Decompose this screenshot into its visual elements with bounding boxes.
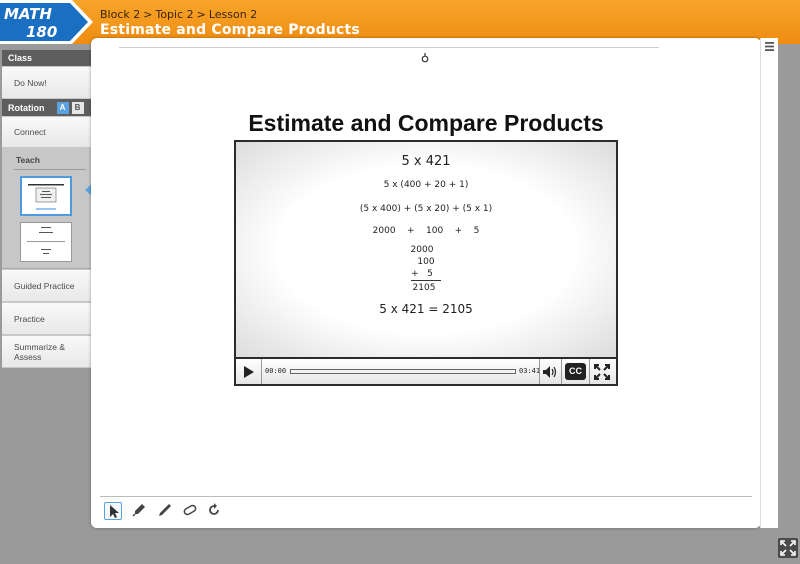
breadcrumb-separator: > <box>196 8 206 21</box>
video-screen[interactable]: 5 x 421 5 x (400 + 20 + 1) (5 x 400) + (… <box>236 142 616 357</box>
redo-icon <box>209 503 219 515</box>
panel-scrollbar[interactable] <box>760 38 778 528</box>
video-controls: 00:00 03:41 CC <box>236 357 616 384</box>
video-player[interactable]: 5 x 421 5 x (400 + 20 + 1) (5 x 400) + (… <box>234 140 618 386</box>
sidebar-item-label: Do Now! <box>14 77 47 88</box>
redo-tool[interactable] <box>206 502 224 520</box>
slide-thumbnail-2[interactable] <box>20 222 72 262</box>
breadcrumb-block[interactable]: Block 2 <box>100 8 140 21</box>
eraser-tool[interactable] <box>181 502 199 520</box>
breadcrumb-topic[interactable]: Topic 2 <box>155 8 193 21</box>
sidebar-item-summarize-assess[interactable]: Summarize & Assess <box>2 335 92 368</box>
control-divider <box>589 359 590 384</box>
pencil-icon <box>159 504 171 516</box>
math-line: 5 x (400 + 20 + 1) <box>383 180 469 190</box>
eraser-icon <box>183 504 197 516</box>
control-divider <box>561 359 562 384</box>
math-line: 2000 <box>410 245 434 255</box>
slide-thumbnail-1[interactable] <box>20 176 72 216</box>
panel-top-divider <box>119 47 659 48</box>
fullscreen-icon[interactable] <box>593 363 611 381</box>
slide-thumbnail-preview <box>28 184 64 210</box>
pencil-tool[interactable] <box>157 502 175 520</box>
sidebar-item-label: Connect <box>14 127 46 137</box>
control-divider <box>261 359 262 384</box>
sidebar-item-label: Practice <box>14 313 45 324</box>
math-line: + 5 <box>411 269 433 279</box>
slide-thumbnail-preview <box>27 227 65 254</box>
math-line: 5 x 421 = 2105 <box>379 302 473 316</box>
breadcrumb-separator: > <box>143 8 153 21</box>
volume-icon[interactable] <box>542 365 558 379</box>
math-line: 2000 + 100 + 5 <box>372 226 480 236</box>
expand-icon <box>780 540 796 556</box>
math-line: 100 <box>417 257 435 267</box>
math-line: (5 x 400) + (5 x 20) + (5 x 1) <box>359 204 493 214</box>
sidebar-item-practice[interactable]: Practice <box>2 302 92 335</box>
lesson-title: Estimate and Compare Products <box>100 22 360 38</box>
math-line: 2105 <box>412 283 436 293</box>
control-divider <box>539 359 540 384</box>
rotation-label: Rotation <box>8 102 45 113</box>
slide-title: Estimate and Compare Products <box>248 110 604 136</box>
class-section-header: Class <box>2 50 92 66</box>
menu-icon[interactable] <box>765 42 774 51</box>
sidebar-item-connect[interactable]: Connect <box>2 116 92 148</box>
sidebar-item-label: Summarize & <box>14 341 66 352</box>
drag-handle-icon[interactable] <box>421 52 429 63</box>
play-icon[interactable] <box>242 365 255 379</box>
marker-tool[interactable] <box>131 502 149 520</box>
pointer-icon <box>110 505 119 518</box>
breadcrumb-lesson[interactable]: Lesson 2 <box>209 8 257 21</box>
sidebar-item-guided-practice[interactable]: Guided Practice <box>2 269 92 302</box>
logo-text-top: MATH <box>4 5 52 23</box>
sidebar-item-label: Guided Practice <box>14 280 75 291</box>
logo-text-bottom: 180 <box>26 23 57 41</box>
sum-rule <box>411 280 441 281</box>
math-line: 5 x 421 <box>401 154 451 169</box>
duration: 03:41 <box>519 367 541 375</box>
rotation-section-header: Rotation A B <box>2 99 92 116</box>
rotation-a-toggle[interactable]: A <box>56 101 69 114</box>
teach-divider <box>14 169 86 170</box>
toolbar-divider <box>100 496 752 497</box>
sidebar-item-label: Assess <box>14 351 42 362</box>
breadcrumb: Block 2 > Topic 2 > Lesson 2 <box>100 8 257 21</box>
slide-panel: Estimate and Compare Products 5 x 421 5 … <box>91 38 761 528</box>
rotation-b-toggle[interactable]: B <box>71 101 84 114</box>
sidebar-item-teach[interactable]: Teach <box>2 148 92 169</box>
marker-icon <box>132 504 145 517</box>
pointer-tool[interactable] <box>104 502 122 520</box>
video-progress-bar[interactable] <box>290 369 516 374</box>
lesson-sidebar: Class Do Now! Rotation A B Connect Teach <box>2 50 94 370</box>
sidebar-section-teach: Teach <box>2 148 94 269</box>
current-time: 00:00 <box>265 367 287 375</box>
closed-captions-button[interactable]: CC <box>565 363 586 380</box>
expand-view-button[interactable] <box>778 538 798 558</box>
math180-logo: MATH 180 <box>0 0 93 44</box>
sidebar-item-do-now[interactable]: Do Now! <box>2 66 92 99</box>
